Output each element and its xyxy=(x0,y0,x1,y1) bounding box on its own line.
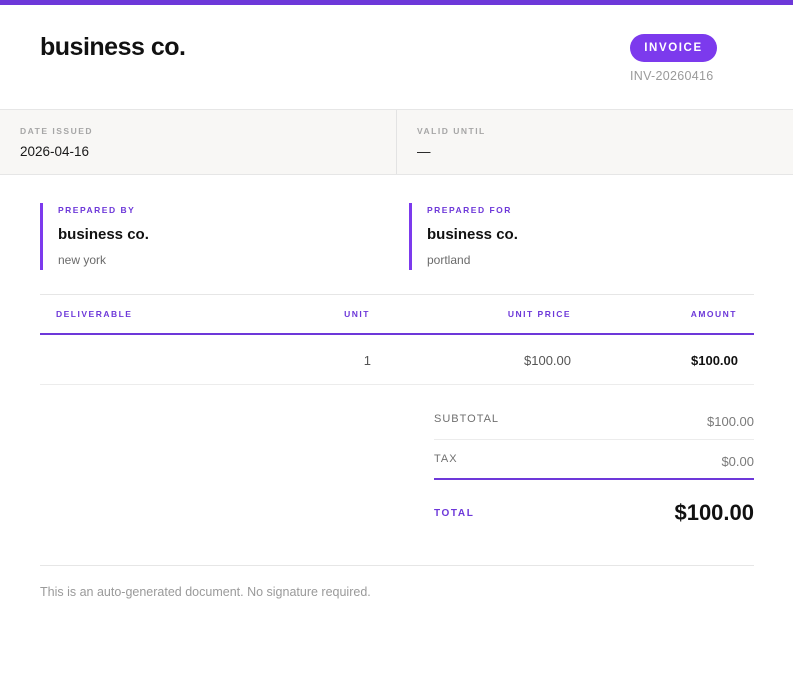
prepared-for-name: business co. xyxy=(427,226,518,243)
date-issued-cell: DATE ISSUED 2026-04-16 xyxy=(0,110,397,174)
row-unit: 1 xyxy=(363,353,371,368)
prepared-for-label: PREPARED FOR xyxy=(427,205,512,215)
total-value: $100.00 xyxy=(674,500,754,525)
column-header-amount: AMOUNT xyxy=(690,309,737,319)
valid-until-value: — xyxy=(417,144,431,159)
tax-value: $0.00 xyxy=(721,454,754,469)
prepared-by-block: PREPARED BY business co. new york xyxy=(40,203,380,270)
date-issued-label: DATE ISSUED xyxy=(20,126,94,136)
line-items-table: DELIVERABLE UNIT UNIT PRICE AMOUNT 1 $10… xyxy=(40,294,754,385)
prepared-by-name: business co. xyxy=(58,226,149,243)
row-amount: $100.00 xyxy=(691,353,738,368)
tax-row: TAX $0.00 xyxy=(434,440,754,480)
invoice-badge: INVOICE xyxy=(630,34,717,62)
valid-until-cell: VALID UNTIL — xyxy=(397,110,793,174)
column-header-unit: UNIT xyxy=(344,309,370,319)
column-header-deliverable: DELIVERABLE xyxy=(56,309,133,319)
company-name: business co. xyxy=(40,33,186,61)
valid-until-label: VALID UNTIL xyxy=(417,126,486,136)
date-issued-value: 2026-04-16 xyxy=(20,144,90,159)
row-unit-price: $100.00 xyxy=(524,353,571,368)
tax-label: TAX xyxy=(434,453,458,465)
total-label: TOTAL xyxy=(434,508,475,519)
footer-note: This is an auto-generated document. No s… xyxy=(40,585,371,599)
prepared-by-label: PREPARED BY xyxy=(58,205,136,215)
prepared-by-location: new york xyxy=(58,253,107,267)
totals-block: SUBTOTAL $100.00 TAX $0.00 xyxy=(434,400,754,480)
column-header-unit-price: UNIT PRICE xyxy=(507,309,571,319)
prepared-for-block: PREPARED FOR business co. portland xyxy=(409,203,749,270)
subtotal-value: $100.00 xyxy=(707,414,754,429)
subtotal-row: SUBTOTAL $100.00 xyxy=(434,400,754,440)
table-header: DELIVERABLE UNIT UNIT PRICE AMOUNT xyxy=(40,295,754,335)
subtotal-label: SUBTOTAL xyxy=(434,413,500,425)
invoice-header: business co. INVOICE INV-20260416 xyxy=(0,5,793,110)
invoice-number: INV-20260416 xyxy=(630,69,714,83)
footer-divider xyxy=(40,565,754,566)
table-row: 1 $100.00 $100.00 xyxy=(40,335,754,385)
prepared-for-location: portland xyxy=(427,253,471,267)
date-strip: DATE ISSUED 2026-04-16 VALID UNTIL — xyxy=(0,110,793,175)
